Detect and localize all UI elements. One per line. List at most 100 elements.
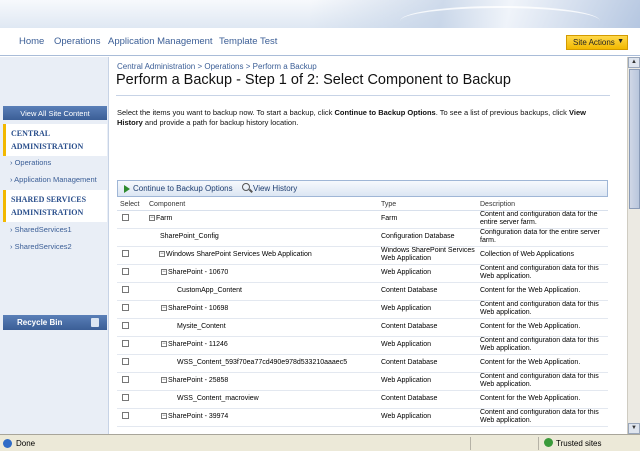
type-cell: Content Database xyxy=(378,354,477,373)
scroll-down-arrow-icon[interactable]: ▼ xyxy=(628,423,640,434)
component-cell: WSS_Content_macroview xyxy=(146,390,378,409)
central-administration-heading[interactable]: CENTRAL ADMINISTRATION xyxy=(3,124,107,156)
table-row: WSS_Content_593f70ea77cd490e978d533210aa… xyxy=(117,354,608,373)
description-cell: Content and configuration data for the e… xyxy=(477,210,608,229)
description-text-2: . To see a list of previous backups, cli… xyxy=(435,108,569,117)
nav-operations[interactable]: Operations xyxy=(54,36,100,47)
site-actions-button[interactable]: Site Actions ▼ xyxy=(566,35,628,50)
select-cell xyxy=(117,282,146,301)
row-checkbox[interactable] xyxy=(122,250,129,257)
description-cell: Content and configuration data for this … xyxy=(477,300,608,319)
description-cell: Content for the Web Application. xyxy=(477,354,608,373)
type-cell: Farm xyxy=(378,210,477,229)
table-row: − Windows SharePoint Services Web Applica… xyxy=(117,246,608,265)
row-checkbox[interactable] xyxy=(122,304,129,311)
collapse-toggle-icon[interactable]: − xyxy=(161,269,167,276)
type-cell: Configuration Database xyxy=(378,228,477,247)
scrollbar-thumb[interactable] xyxy=(629,69,640,209)
collapse-toggle-icon[interactable]: − xyxy=(161,305,167,312)
collapse-toggle-icon[interactable]: − xyxy=(159,251,165,258)
nav-application-management[interactable]: Application Management xyxy=(108,36,213,47)
table-row: − SharePoint - 39974 Web Application Conten… xyxy=(117,408,608,427)
browser-page-icon xyxy=(3,439,12,448)
checkmark-icon xyxy=(544,438,553,447)
nav-home[interactable]: Home xyxy=(19,36,44,47)
collapse-toggle-icon[interactable]: − xyxy=(161,377,167,384)
collapse-toggle-icon[interactable]: − xyxy=(161,341,167,348)
row-checkbox[interactable] xyxy=(122,268,129,275)
component-cell: − SharePoint - 10698 xyxy=(146,300,378,319)
description-cell: Content for the Web Application. xyxy=(477,318,608,337)
component-name: Farm xyxy=(156,215,173,222)
component-cell: SharePoint_Config xyxy=(146,228,378,247)
row-checkbox[interactable] xyxy=(122,358,129,365)
table-body: − Farm Farm Content and configuration data … xyxy=(117,210,608,427)
header-component: Component xyxy=(146,199,378,211)
row-checkbox[interactable] xyxy=(122,394,129,401)
page-title: Perform a Backup - Step 1 of 2: Select C… xyxy=(116,72,511,88)
nav-template-test[interactable]: Template Test xyxy=(219,36,277,47)
status-bar: Done Trusted sites xyxy=(0,434,640,451)
select-cell xyxy=(117,246,146,265)
quicklaunch-application-management[interactable]: › Application Management xyxy=(10,175,97,184)
table-row: − SharePoint - 10698 Web Application Conten… xyxy=(117,300,608,319)
description-text-3: and provide a path for backup history lo… xyxy=(142,118,299,127)
type-cell: Content Database xyxy=(378,318,477,337)
component-name: SharePoint - 10698 xyxy=(168,305,229,312)
table-header-row: Select Component Type Description xyxy=(117,199,608,211)
table-row: − SharePoint - 10670 Web Application Conten… xyxy=(117,264,608,283)
row-checkbox[interactable] xyxy=(122,340,129,347)
description-text-1: Select the items you want to backup now.… xyxy=(117,108,335,117)
table-row: CustomApp_Content Content Database Content… xyxy=(117,282,608,301)
component-cell: − SharePoint - 11246 xyxy=(146,336,378,355)
collapse-toggle-icon[interactable]: − xyxy=(161,413,167,420)
top-banner xyxy=(0,0,640,28)
backup-toolbar: Continue to Backup Options View History xyxy=(117,180,608,197)
view-all-site-content-link[interactable]: View All Site Content xyxy=(3,106,107,120)
quicklaunch-sharedservices2[interactable]: › SharedServices2 xyxy=(10,242,72,251)
header-type: Type xyxy=(378,199,477,211)
header-select: Select xyxy=(117,199,146,211)
quicklaunch-application-management-label: Application Management xyxy=(14,175,97,184)
collapse-toggle-icon[interactable]: − xyxy=(149,215,155,222)
component-name: CustomApp_Content xyxy=(177,287,242,294)
description-cell: Content for the Web Application. xyxy=(477,390,608,409)
component-name: SharePoint - 10670 xyxy=(168,269,229,276)
view-history-button[interactable]: View History xyxy=(253,184,297,193)
select-cell xyxy=(117,372,146,391)
recycle-bin-label: Recycle Bin xyxy=(17,318,63,327)
page-description: Select the items you want to backup now.… xyxy=(117,108,607,128)
row-checkbox[interactable] xyxy=(122,412,129,419)
component-table: Select Component Type Description − Farm F… xyxy=(117,199,608,427)
type-cell: Web Application xyxy=(378,372,477,391)
row-checkbox[interactable] xyxy=(122,214,129,221)
quicklaunch-sharedservices1[interactable]: › SharedServices1 xyxy=(10,225,72,234)
shared-services-heading[interactable]: SHARED SERVICES ADMINISTRATION xyxy=(3,190,107,222)
component-name: SharePoint - 39974 xyxy=(168,413,229,420)
status-divider xyxy=(538,437,539,450)
breadcrumb[interactable]: Central Administration > Operations > Pe… xyxy=(117,62,317,71)
scroll-up-arrow-icon[interactable]: ▲ xyxy=(628,57,640,68)
quicklaunch-operations[interactable]: › Operations xyxy=(10,158,51,167)
continue-to-backup-options-button[interactable]: Continue to Backup Options xyxy=(133,184,233,193)
row-checkbox[interactable] xyxy=(122,376,129,383)
component-name: Windows SharePoint Services Web Applicat… xyxy=(166,251,312,258)
select-cell xyxy=(117,300,146,319)
component-name: SharePoint - 11246 xyxy=(168,341,228,348)
status-text: Done xyxy=(16,439,36,448)
row-checkbox[interactable] xyxy=(122,286,129,293)
row-checkbox[interactable] xyxy=(122,322,129,329)
security-zone: Trusted sites xyxy=(556,439,602,448)
description-cell: Content and configuration data for this … xyxy=(477,336,608,355)
description-cell: Content and configuration data for this … xyxy=(477,408,608,427)
select-cell xyxy=(117,210,146,229)
select-cell xyxy=(117,264,146,283)
table-row: Mysite_Content Content Database Content fo… xyxy=(117,318,608,337)
recycle-bin-link[interactable]: Recycle Bin xyxy=(3,315,107,330)
table-row: SharePoint_Config Configuration Database C… xyxy=(117,228,608,247)
type-cell: Web Application xyxy=(378,336,477,355)
component-cell: − SharePoint - 25858 xyxy=(146,372,378,391)
type-cell: Content Database xyxy=(378,282,477,301)
vertical-scrollbar[interactable]: ▲ ▼ xyxy=(627,57,640,434)
select-cell xyxy=(117,318,146,337)
